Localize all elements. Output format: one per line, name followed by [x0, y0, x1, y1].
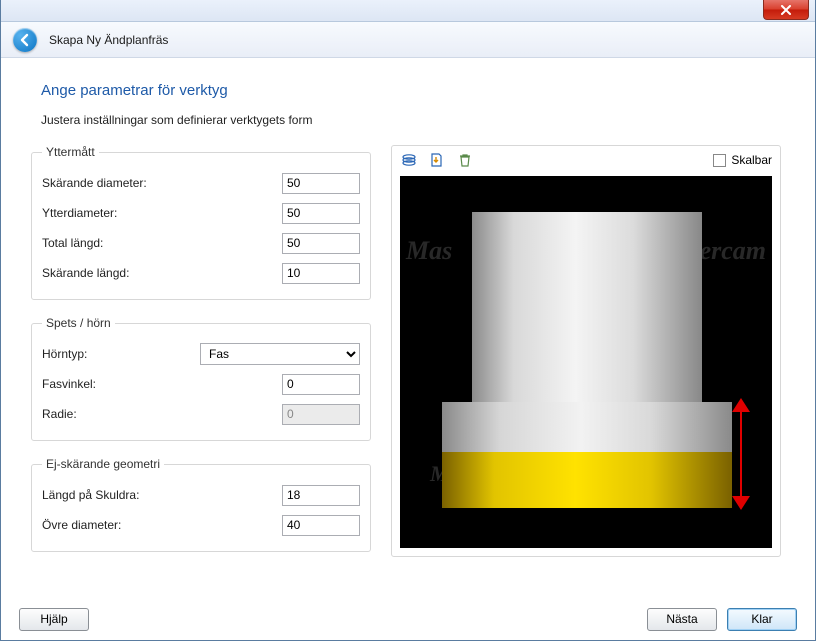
cut-diameter-input[interactable] [282, 173, 360, 194]
delete-icon[interactable] [456, 151, 474, 169]
header-title: Skapa Ny Ändplanfräs [49, 33, 168, 47]
radius-label: Radie: [42, 407, 77, 421]
shoulder-length-label: Längd på Skuldra: [42, 488, 139, 502]
layers-icon[interactable] [400, 151, 418, 169]
corner-type-label: Hörntyp: [42, 347, 87, 361]
chamfer-angle-label: Fasvinkel: [42, 377, 96, 391]
footer-bar: Hjälp Nästa Klar [1, 597, 815, 641]
next-button[interactable]: Nästa [647, 608, 717, 631]
group-noncut-legend: Ej-skärande geometri [42, 457, 164, 471]
import-icon[interactable] [428, 151, 446, 169]
shoulder-length-input[interactable] [282, 485, 360, 506]
outer-diameter-input[interactable] [282, 203, 360, 224]
page-title: Ange parametrar för verktyg [41, 82, 785, 99]
preview-column: Skalbar Mas ercam Mastercam [391, 145, 781, 557]
header-bar: Skapa Ny Ändplanfräs [1, 22, 815, 58]
corner-type-select[interactable]: Fas [200, 343, 360, 365]
total-length-input[interactable] [282, 233, 360, 254]
content-area: Ange parametrar för verktyg Justera inst… [1, 58, 815, 641]
upper-diameter-input[interactable] [282, 515, 360, 536]
scalable-checkbox[interactable]: Skalbar [713, 153, 772, 167]
tool-shank [472, 212, 702, 402]
page-subtitle: Justera inställningar som definierar ver… [41, 113, 785, 127]
preview-panel: Skalbar Mas ercam Mastercam [391, 145, 781, 557]
preview-canvas[interactable]: Mas ercam Mastercam [400, 176, 772, 548]
scalable-label: Skalbar [731, 153, 772, 167]
close-button[interactable] [763, 0, 809, 20]
help-button[interactable]: Hjälp [19, 608, 89, 631]
total-length-label: Total längd: [42, 236, 103, 250]
arrow-left-icon [18, 33, 32, 47]
close-icon [780, 5, 792, 15]
back-button[interactable] [13, 28, 37, 52]
cut-diameter-label: Skärande diameter: [42, 176, 147, 190]
watermark: Mas [406, 236, 452, 266]
group-outer-legend: Yttermått [42, 145, 99, 159]
cut-length-input[interactable] [282, 263, 360, 284]
cut-length-label: Skärande längd: [42, 266, 129, 280]
dimension-arrow [732, 400, 750, 508]
checkbox-icon [713, 154, 726, 167]
preview-toolbar: Skalbar [392, 146, 780, 174]
chamfer-angle-input[interactable] [282, 374, 360, 395]
group-tip-corner: Spets / hörn Hörntyp: Fas Fasvinkel: Rad… [31, 316, 371, 441]
parameters-column: Yttermått Skärande diameter: Ytterdiamet… [31, 145, 371, 568]
tool-shoulder [442, 402, 732, 452]
upper-diameter-label: Övre diameter: [42, 518, 121, 532]
watermark: ercam [700, 236, 766, 266]
finish-button[interactable]: Klar [727, 608, 797, 631]
window-titlebar [1, 0, 815, 22]
group-noncutting-geometry: Ej-skärande geometri Längd på Skuldra: Ö… [31, 457, 371, 552]
outer-diameter-label: Ytterdiameter: [42, 206, 117, 220]
group-outer-dimensions: Yttermått Skärande diameter: Ytterdiamet… [31, 145, 371, 300]
tool-cutting-edge [442, 452, 732, 508]
radius-input [282, 404, 360, 425]
group-tip-legend: Spets / hörn [42, 316, 115, 330]
wizard-window: Skapa Ny Ändplanfräs Ange parametrar för… [0, 0, 816, 641]
